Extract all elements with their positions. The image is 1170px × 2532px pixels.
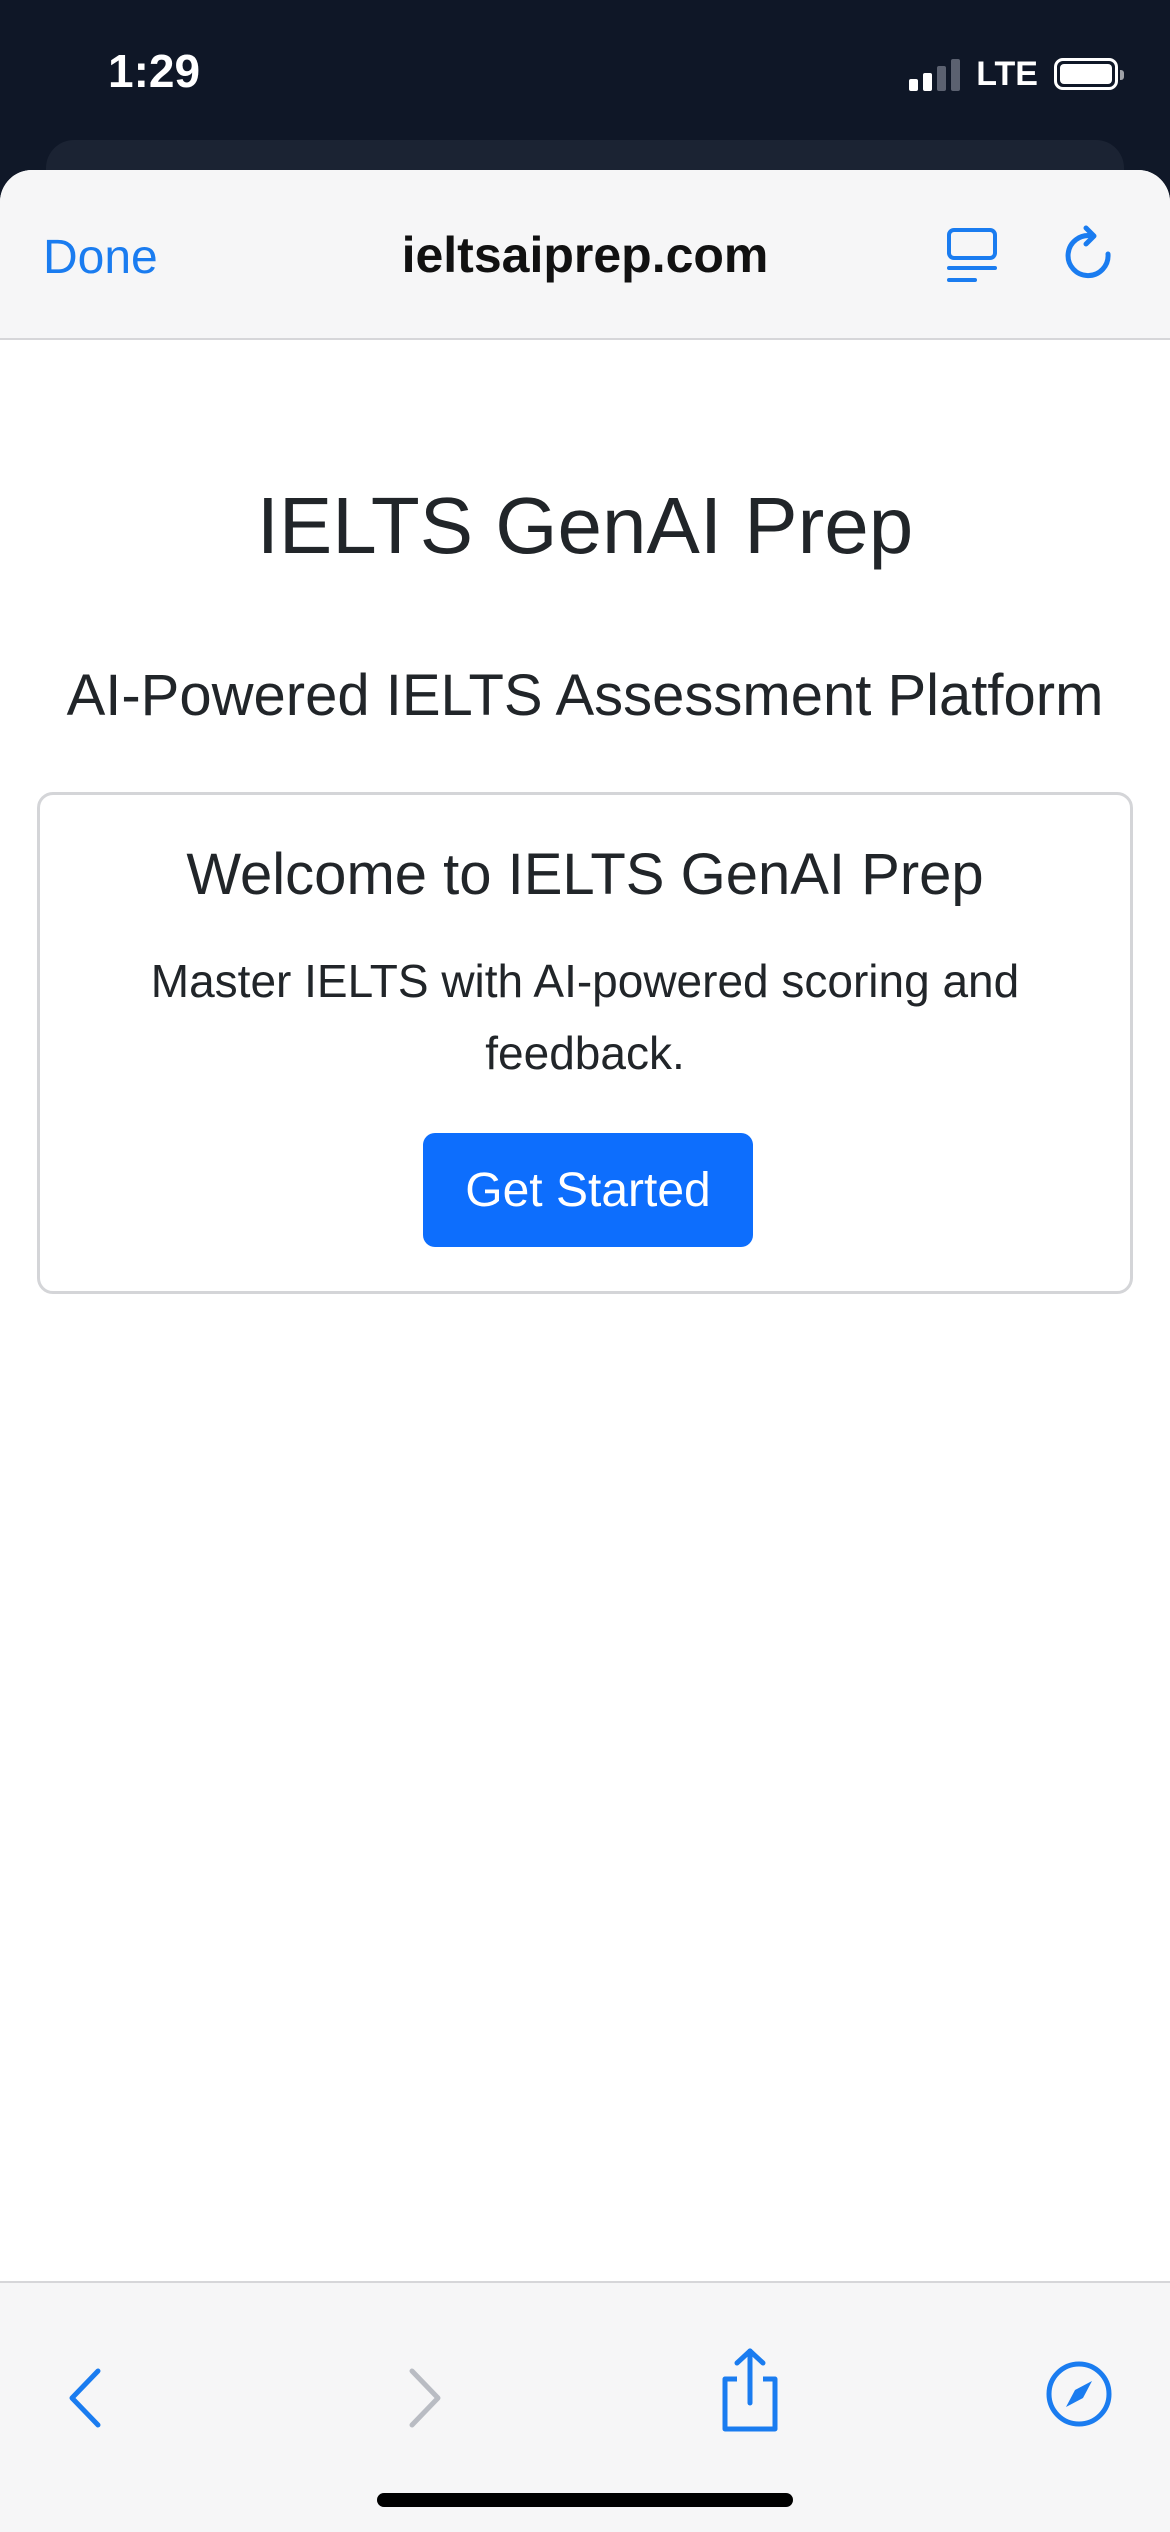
browser-nav-bar: Done ieltsaiprep.com [0, 170, 1170, 340]
battery-icon [1054, 58, 1124, 90]
status-bar: 1:29 LTE [0, 0, 1170, 150]
browser-sheet: Done ieltsaiprep.com IELTS GenAI Prep AI… [0, 170, 1170, 2532]
status-indicators: LTE [909, 52, 1124, 96]
welcome-card: Welcome to IELTS GenAI Prep Master IELTS… [37, 792, 1133, 1294]
card-title: Welcome to IELTS GenAI Prep [186, 842, 984, 907]
page-subtitle: AI-Powered IELTS Assessment Platform [66, 663, 1104, 728]
network-label: LTE [976, 54, 1038, 93]
status-time: 1:29 [108, 45, 201, 97]
share-icon[interactable] [715, 2345, 785, 2435]
chevron-left-icon[interactable] [62, 2363, 112, 2433]
signal-icon [909, 57, 961, 91]
reload-icon[interactable] [1062, 224, 1122, 288]
page-title: IELTS GenAI Prep [256, 481, 914, 570]
card-text: Master IELTS with AI-powered scoring and… [150, 955, 1020, 1079]
get-started-button[interactable]: Get Started [423, 1133, 753, 1247]
home-indicator [377, 2493, 793, 2507]
browser-toolbar [0, 2281, 1170, 2532]
chevron-right-icon[interactable] [398, 2363, 448, 2433]
compass-icon[interactable] [1044, 2359, 1114, 2429]
reader-mode-icon[interactable] [945, 226, 1001, 286]
